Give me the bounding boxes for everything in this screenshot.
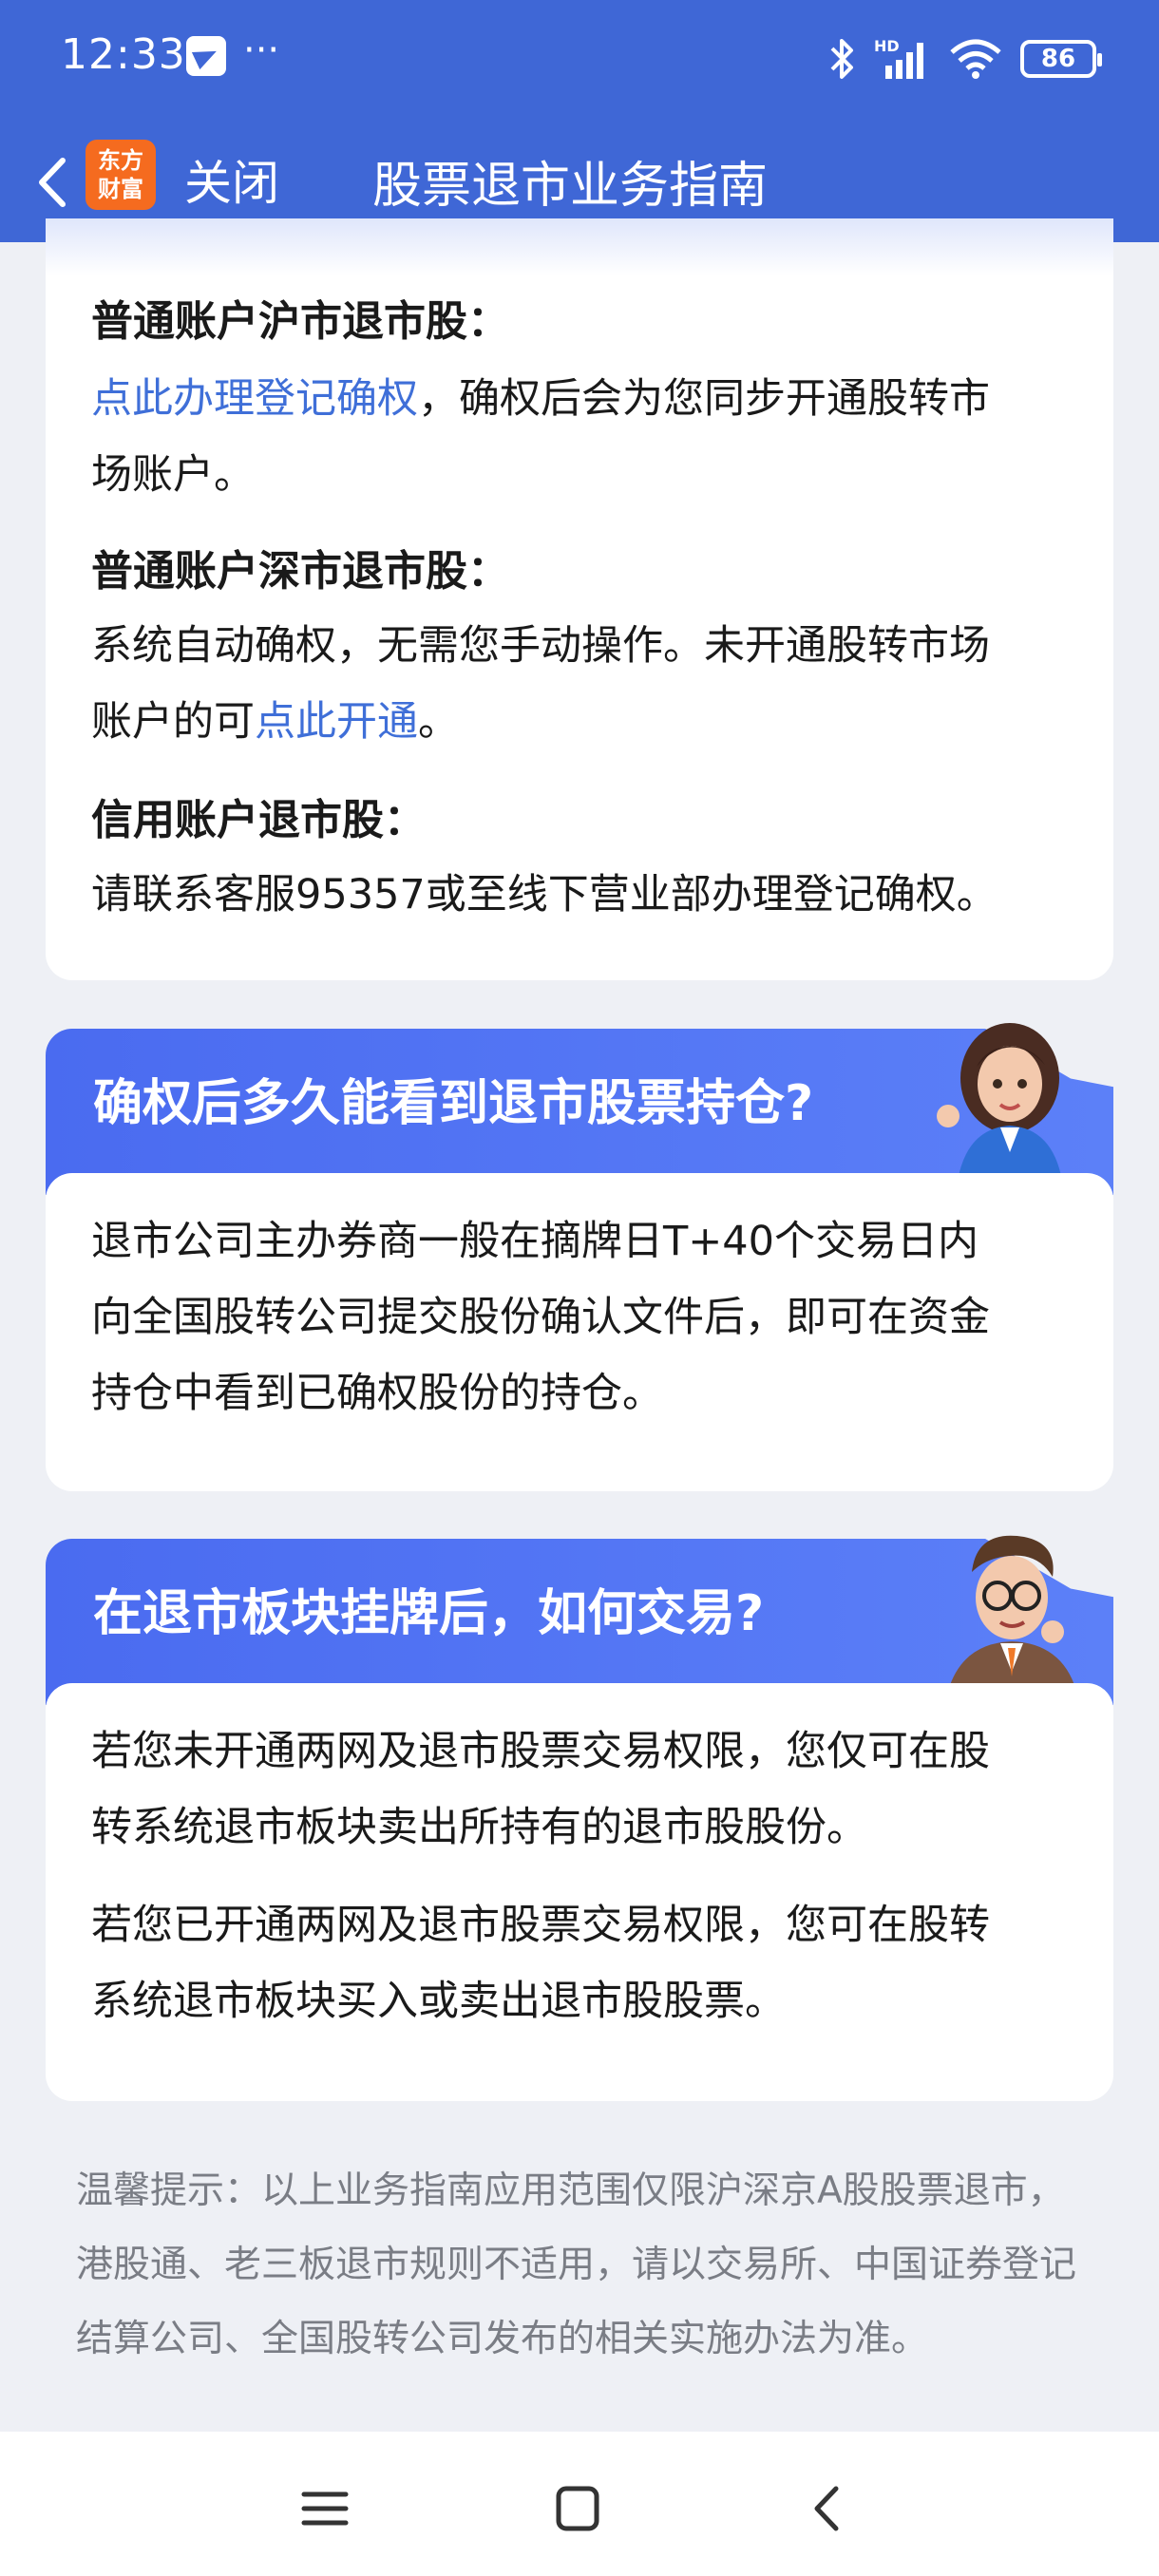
credit-delisted-heading: 信用账户退市股： <box>91 796 426 844</box>
position-line-2: 向全国股转公司提交股份确认文件后，即可在资金 <box>91 1294 990 1341</box>
trading-p2-line-2: 系统退市板块买入或卖出退市股股票。 <box>91 1978 786 2025</box>
trading-p1-line-1: 若您未开通两网及退市股票交易权限，您仅可在股 <box>91 1728 990 1775</box>
disclaimer-line-3: 结算公司、全国股转公司发布的相关实施办法为准。 <box>76 2318 929 2360</box>
status-icons: HD 86 <box>828 34 1102 84</box>
position-section-title: 确权后多久能看到退市股票持仓? <box>93 1075 814 1132</box>
signal-icon: HD <box>874 37 931 81</box>
sh-text-part-a: ，确权后会为您同步开通股转市 <box>418 375 990 423</box>
more-notifications-icon: ··· <box>243 28 280 72</box>
sh-delisted-heading: 普通账户沪市退市股： <box>91 297 509 346</box>
sz-text-part-c: 。 <box>418 698 459 746</box>
home-icon[interactable] <box>549 2485 606 2532</box>
telegram-icon <box>186 36 226 76</box>
female-assistant-illustration <box>937 1023 1062 1181</box>
page-title: 股票退市业务指南 <box>372 158 769 215</box>
disclaimer-note: 温馨提示：以上业务指南应用范围仅限沪深京A股股票退市， 港股通、老三板退市规则不… <box>76 2154 1092 2377</box>
battery-icon: 86 <box>1020 40 1102 78</box>
sz-delisted-text: 系统自动确权，无需您手动操作。未开通股转市场 账户的可点此开通。 <box>91 608 1079 760</box>
wifi-icon <box>950 39 1001 79</box>
account-type-card: 普通账户沪市退市股： 点此办理登记确权，确权后会为您同步开通股转市 场账户。 普… <box>46 218 1113 980</box>
system-nav-bar <box>0 2432 1159 2576</box>
sz-text-part-a: 系统自动确权，无需您手动操作。未开通股转市场 <box>91 622 990 670</box>
disclaimer-line-2: 港股通、老三板退市规则不适用，请以交易所、中国证券登记 <box>76 2244 1077 2286</box>
trading-p1-line-2: 转系统退市板块卖出所持有的退市股股份。 <box>91 1804 867 1851</box>
credit-delisted-text: 请联系客服95357或至线下营业部办理登记确权。 <box>91 871 998 919</box>
position-section-text: 退市公司主办券商一般在摘牌日T+40个交易日内 向全国股转公司提交股份确认文件后… <box>91 1203 1079 1431</box>
close-button[interactable]: 关闭 <box>184 145 279 214</box>
position-line-1: 退市公司主办券商一般在摘牌日T+40个交易日内 <box>91 1218 979 1265</box>
logo-text-line1: 东方 <box>98 147 143 174</box>
status-bar: 12:33 ··· HD 86 <box>0 0 1159 119</box>
position-section-header: 确权后多久能看到退市股票持仓? <box>46 1023 1113 1195</box>
position-line-3: 持仓中看到已确权股份的持仓。 <box>91 1370 663 1417</box>
male-assistant-illustration <box>948 1535 1076 1691</box>
sz-delisted-heading: 普通账户深市退市股： <box>91 547 509 596</box>
sh-delisted-text: 点此办理登记确权，确权后会为您同步开通股转市 场账户。 <box>91 361 1079 513</box>
sz-text-part-b: 账户的可 <box>91 698 255 746</box>
trading-section-header: 在退市板块挂牌后，如何交易? <box>46 1535 1113 1705</box>
trading-para-2: 若您已开通两网及退市股票交易权限，您可在股转 系统退市板块买入或卖出退市股股票。 <box>91 1887 1079 2039</box>
bluetooth-icon <box>830 39 853 79</box>
back-arrow-icon[interactable] <box>21 149 87 216</box>
trading-para-1: 若您未开通两网及退市股票交易权限，您仅可在股 转系统退市板块卖出所持有的退市股股… <box>91 1714 1079 1866</box>
app-logo: 东方 财富 <box>86 140 156 210</box>
register-confirm-link[interactable]: 点此办理登记确权 <box>91 375 418 423</box>
position-section-body: 退市公司主办券商一般在摘牌日T+40个交易日内 向全国股转公司提交股份确认文件后… <box>46 1173 1113 1491</box>
trading-section-body: 若您未开通两网及退市股票交易权限，您仅可在股 转系统退市板块卖出所持有的退市股股… <box>46 1683 1113 2101</box>
trading-section-title: 在退市板块挂牌后，如何交易? <box>93 1585 765 1642</box>
menu-icon[interactable] <box>296 2485 353 2532</box>
open-account-link[interactable]: 点此开通 <box>255 698 418 746</box>
battery-level: 86 <box>1040 45 1076 73</box>
trading-p2-line-1: 若您已开通两网及退市股票交易权限，您可在股转 <box>91 1902 990 1949</box>
logo-text-line2: 财富 <box>98 176 143 202</box>
disclaimer-line-1: 温馨提示：以上业务指南应用范围仅限沪深京A股股票退市， <box>76 2169 1065 2212</box>
status-time: 12:33 <box>61 30 186 79</box>
nav-back-icon[interactable] <box>800 2485 857 2532</box>
sh-text-part-b: 场账户。 <box>91 451 255 499</box>
